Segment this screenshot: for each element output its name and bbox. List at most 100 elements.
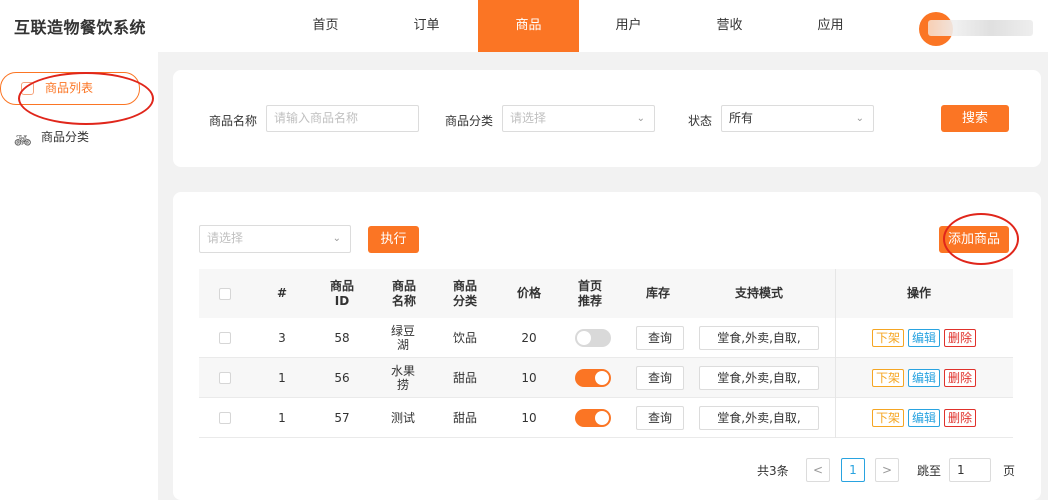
cell-stock: 查询 (636, 358, 684, 398)
username-redacted (928, 20, 1033, 36)
nav-orders[interactable]: 订单 (376, 0, 477, 52)
cell-index: 1 (278, 371, 286, 385)
cell-modes: 堂食,外卖,自取, (699, 398, 819, 438)
select-all-checkbox[interactable] (219, 287, 231, 300)
stock-query-button[interactable]: 查询 (636, 366, 684, 390)
delete-button[interactable]: 删除 (944, 369, 977, 387)
off-shelf-button[interactable]: 下架 (871, 369, 904, 387)
product-category-label: 商品分类 (445, 114, 494, 128)
delete-button[interactable]: 删除 (944, 409, 977, 427)
sidebar-item-label: 商品列表 (45, 81, 94, 95)
goto-page-input[interactable]: 1 (949, 458, 991, 482)
edit-button[interactable]: 编辑 (907, 329, 940, 347)
cell-product-name: 水果捞 (390, 364, 415, 392)
row-checkbox-cell (211, 398, 239, 438)
table-row: 3 58 绿豆湖 饮品 20 查询 堂食,外卖,自取, 下架 编辑 删除 (199, 318, 1013, 358)
cell-price: 20 (521, 331, 537, 345)
cell-featured (575, 358, 611, 398)
cell-product-id: 58 (334, 331, 350, 345)
cell-actions: 下架 编辑 删除 (859, 318, 989, 358)
select-placeholder: 请选择 (207, 231, 244, 245)
chevron-down-icon: ⌄ (332, 233, 341, 244)
cell-product-id: 57 (334, 411, 350, 425)
nav-apps[interactable]: 应用 (780, 0, 881, 52)
search-button[interactable]: 搜索 (941, 105, 1009, 132)
column-divider (835, 318, 836, 358)
delete-button[interactable]: 删除 (944, 329, 977, 347)
table-row: 1 57 测试 甜品 10 查询 堂食,外卖,自取, 下架 编辑 删除 (199, 398, 1013, 438)
edit-button[interactable]: 编辑 (907, 409, 940, 427)
page-suffix: 页 (1003, 464, 1016, 478)
nav-home[interactable]: 首页 (275, 0, 376, 52)
off-shelf-button[interactable]: 下架 (871, 409, 904, 427)
bulk-action-select[interactable]: 请选择 ⌄ (199, 225, 351, 253)
col-actions: 操作 (906, 286, 931, 300)
modes-field[interactable]: 堂食,外卖,自取, (699, 366, 819, 390)
cell-modes: 堂食,外卖,自取, (699, 358, 819, 398)
col-product-name: 商品名称 (391, 278, 416, 308)
table-row: 1 56 水果捞 甜品 10 查询 堂食,外卖,自取, 下架 编辑 删除 (199, 358, 1013, 398)
cell-index: 3 (278, 331, 286, 345)
prev-page-button[interactable]: < (806, 458, 830, 482)
chevron-down-icon: ⌄ (636, 113, 645, 124)
col-stock: 库存 (645, 286, 670, 300)
add-product-button[interactable]: 添加商品 (939, 226, 1009, 253)
row-checkbox[interactable] (219, 332, 231, 344)
column-divider (835, 398, 836, 438)
product-category-select[interactable]: 请选择 ⌄ (502, 105, 655, 132)
cell-price: 10 (521, 371, 537, 385)
cell-category: 甜品 (452, 371, 477, 385)
select-placeholder: 请选择 (510, 111, 547, 125)
cell-price: 10 (521, 411, 537, 425)
cell-product-name: 绿豆湖 (390, 324, 415, 352)
nav-users[interactable]: 用户 (578, 0, 679, 52)
featured-toggle[interactable] (575, 409, 611, 427)
cell-featured (575, 398, 611, 438)
cell-actions: 下架 编辑 删除 (859, 398, 989, 438)
execute-button[interactable]: 执行 (368, 226, 419, 253)
cell-product-id: 56 (334, 371, 350, 385)
filter-panel: 商品名称 请输入商品名称 商品分类 请选择 ⌄ 状态 所有 ⌄ 搜索 (173, 70, 1041, 167)
featured-toggle[interactable] (575, 329, 611, 347)
row-checkbox-cell (211, 358, 239, 398)
product-name-input[interactable]: 请输入商品名称 (266, 105, 419, 132)
nav-revenue[interactable]: 营收 (679, 0, 780, 52)
col-product-id: 商品ID (329, 278, 354, 308)
cell-category: 甜品 (452, 411, 477, 425)
product-name-label: 商品名称 (209, 114, 258, 128)
row-checkbox[interactable] (219, 372, 231, 384)
cell-index: 1 (278, 411, 286, 425)
goto-label: 跳至 (917, 464, 942, 478)
off-shelf-button[interactable]: 下架 (871, 329, 904, 347)
status-select[interactable]: 所有 ⌄ (721, 105, 874, 132)
col-featured: 首页推荐 (577, 278, 602, 308)
page-1-button[interactable]: 1 (841, 458, 865, 482)
toggle-knob (595, 411, 609, 425)
col-index: # (276, 286, 288, 300)
modes-field[interactable]: 堂食,外卖,自取, (699, 406, 819, 430)
row-checkbox-cell (211, 318, 239, 358)
nav-products[interactable]: 商品 (478, 0, 579, 52)
table-header: # 商品ID 商品名称 商品分类 价格 首页推荐 库存 支持模式 操作 (199, 269, 1013, 318)
top-navbar: 互联造物餐饮系统 首页 订单 商品 用户 营收 应用 (0, 0, 1048, 52)
column-divider (835, 358, 836, 398)
col-price: 价格 (516, 286, 541, 300)
select-all-checkbox-cell (211, 269, 239, 318)
stock-query-button[interactable]: 查询 (636, 326, 684, 350)
next-page-button[interactable]: > (875, 458, 899, 482)
select-value: 所有 (729, 111, 754, 125)
cell-actions: 下架 编辑 删除 (859, 358, 989, 398)
sidebar-item-product-category[interactable]: 🚲︎ 商品分类 (14, 124, 89, 150)
column-divider (835, 269, 836, 318)
stock-query-button[interactable]: 查询 (636, 406, 684, 430)
product-list-panel: 请选择 ⌄ 执行 添加商品 # 商品ID 商品名称 商品分类 价格 首页推荐 库… (173, 192, 1041, 500)
row-checkbox[interactable] (219, 412, 231, 424)
tag-icon (21, 82, 34, 95)
toggle-knob (595, 371, 609, 385)
featured-toggle[interactable] (575, 369, 611, 387)
sidebar: 商品列表 🚲︎ 商品分类 (0, 52, 158, 500)
cell-modes: 堂食,外卖,自取, (699, 318, 819, 358)
edit-button[interactable]: 编辑 (907, 369, 940, 387)
modes-field[interactable]: 堂食,外卖,自取, (699, 326, 819, 350)
sidebar-item-product-list[interactable]: 商品列表 (0, 72, 140, 105)
